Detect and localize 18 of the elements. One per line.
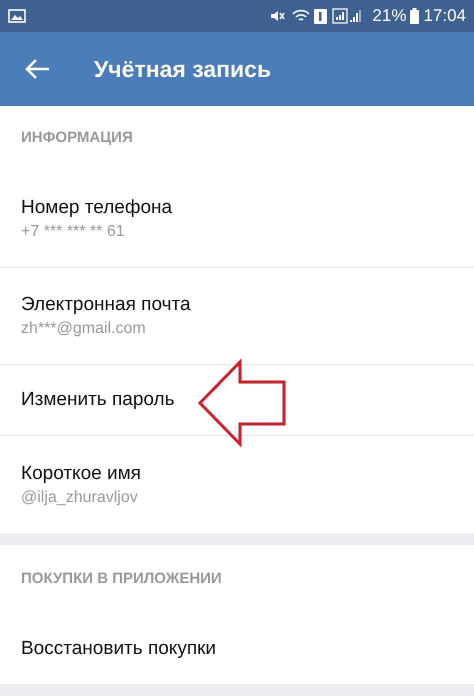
item-title[interactable]: Восстановить покупки (21, 636, 216, 662)
item-subtitle: +7 *** *** ** 61 (21, 222, 125, 242)
back-arrow-icon[interactable] (24, 58, 50, 80)
battery-percent: 21% (372, 5, 406, 28)
toolbar-title: Учётная запись (94, 54, 272, 84)
mute-icon (269, 8, 286, 24)
battery-icon (410, 8, 420, 24)
item-title[interactable]: Номер телефона (21, 195, 172, 221)
clock: 17:04 (423, 5, 466, 28)
item-title[interactable]: Короткое имя (21, 460, 141, 486)
item-title[interactable]: Электронная почта (21, 292, 191, 318)
item-title[interactable]: Изменить пароль (21, 387, 175, 413)
item-subtitle: zh***@gmail.com (21, 319, 146, 339)
image-icon (8, 9, 26, 23)
item-subtitle: @ilja_zhuravljov (21, 488, 138, 508)
section-header: ПОКУПКИ В ПРИЛОЖЕНИИ (21, 568, 222, 589)
sim-icon (314, 8, 328, 24)
section-header: ИНФОРМАЦИЯ (21, 128, 133, 148)
